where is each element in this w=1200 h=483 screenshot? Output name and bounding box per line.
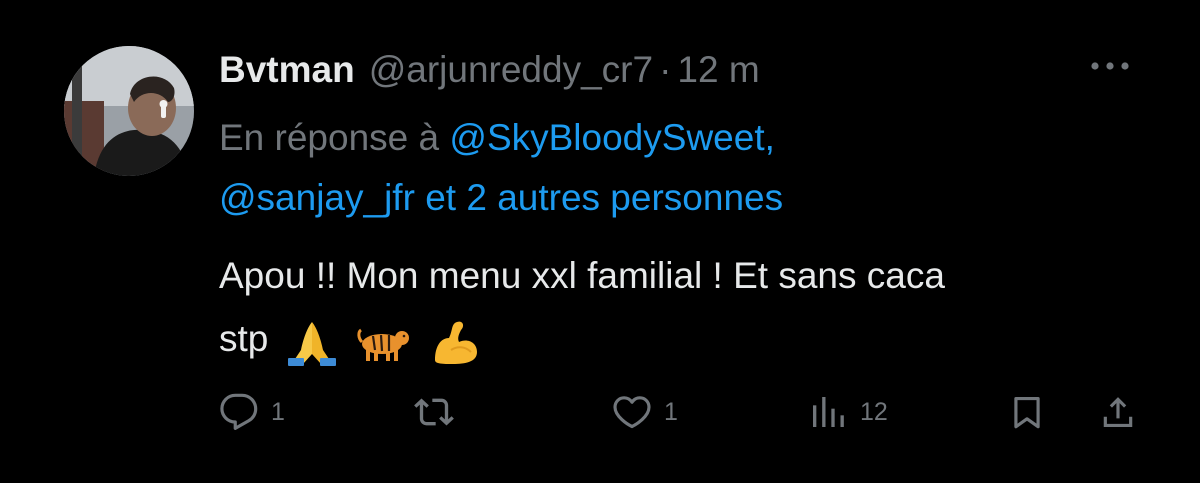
- tweet: Bvtman @arjunreddy_cr7 · 12 m En réponse…: [0, 0, 1200, 483]
- bar-chart-icon: [808, 392, 848, 432]
- views-button[interactable]: 12: [808, 386, 888, 438]
- tweet-header: Bvtman @arjunreddy_cr7 · 12 m: [219, 46, 760, 94]
- mention-link[interactable]: @sanjay_jfr: [219, 177, 415, 218]
- more-horizontal-icon: [1090, 58, 1130, 76]
- like-button[interactable]: 1: [612, 386, 678, 438]
- display-name[interactable]: Bvtman: [219, 49, 355, 91]
- other-mentions-link[interactable]: et 2 autres personnes: [425, 177, 783, 218]
- share-icon: [1099, 392, 1137, 432]
- separator-dot: ·: [659, 49, 672, 90]
- mention-link[interactable]: @SkyBloodySweet,: [449, 117, 774, 158]
- tweet-text-line: stp: [219, 318, 269, 359]
- folded-hands-emoji: [283, 316, 341, 367]
- reply-button[interactable]: 1: [219, 386, 285, 438]
- like-count: 1: [664, 397, 678, 426]
- reply-count: 1: [271, 397, 285, 426]
- bookmark-button[interactable]: [1008, 386, 1046, 438]
- avatar[interactable]: [64, 46, 194, 176]
- tiger-emoji: [355, 316, 413, 366]
- timestamp[interactable]: 12 m: [677, 49, 759, 91]
- tweet-text: Apou !! Mon menu xxl familial ! Et sans …: [219, 244, 1179, 370]
- flexed-biceps-emoji: [427, 316, 485, 366]
- reply-icon: [219, 392, 259, 432]
- retweet-icon: [413, 392, 455, 432]
- tweet-text-line: Apou !! Mon menu xxl familial ! Et sans …: [219, 255, 945, 296]
- reply-prefix: En réponse à: [219, 117, 440, 158]
- retweet-button[interactable]: [413, 386, 467, 438]
- more-options-button[interactable]: [1088, 52, 1132, 82]
- user-handle[interactable]: @arjunreddy_cr7: [369, 49, 653, 91]
- views-count: 12: [860, 397, 888, 426]
- bookmark-icon: [1008, 392, 1046, 432]
- tweet-actions: 1 1 12: [0, 386, 1200, 438]
- reply-context: En réponse à @SkyBloodySweet, @sanjay_jf…: [219, 108, 1179, 228]
- heart-icon: [612, 392, 652, 432]
- share-button[interactable]: [1099, 386, 1137, 438]
